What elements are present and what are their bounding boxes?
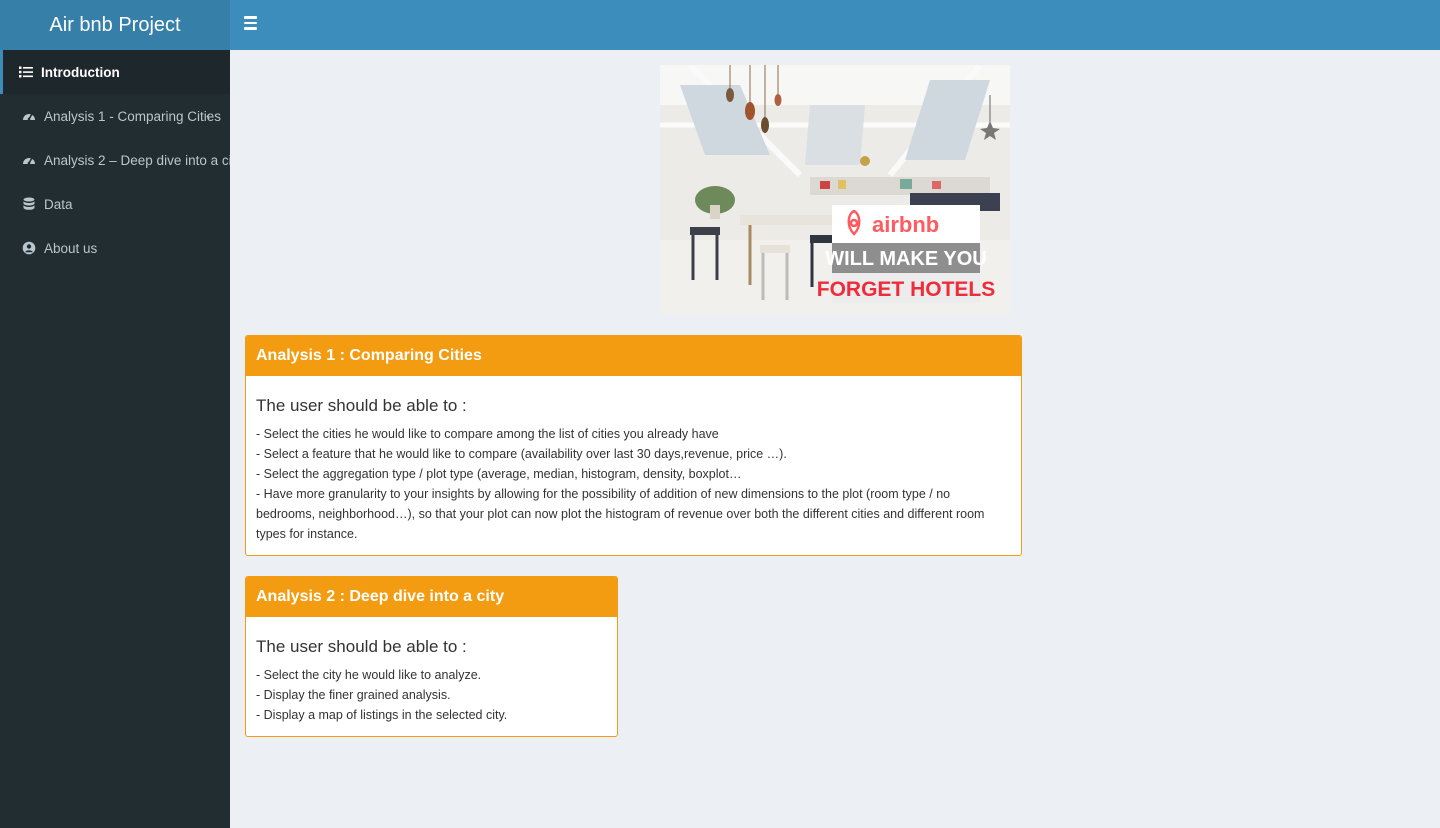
top-navbar xyxy=(230,0,1440,50)
analysis-2-line: - Display the finer grained analysis. xyxy=(256,688,451,702)
hero-line-2: FORGET HOTELS xyxy=(817,278,996,301)
analysis-2-line: - Select the city he would like to analy… xyxy=(256,668,482,682)
hero-line-1: WILL MAKE YOU xyxy=(825,248,986,270)
airbnb-logo-text: airbnb xyxy=(872,212,939,237)
sidebar-item-label: About us xyxy=(44,240,98,256)
database-icon xyxy=(21,196,37,212)
analysis-2-subtitle: The user should be able to : xyxy=(256,637,467,656)
dashboard-icon xyxy=(21,108,37,124)
analysis-1-line: - Have more granularity to your insights… xyxy=(256,487,985,541)
sidebar-item-analysis-2[interactable]: Analysis 2 – Deep dive into a city xyxy=(0,138,230,182)
analysis-1-line: - Select the aggregation type / plot typ… xyxy=(256,467,742,481)
sidebar-toggle-icon[interactable] xyxy=(244,16,258,32)
user-circle-icon xyxy=(21,240,37,256)
sidebar-item-analysis-1[interactable]: Analysis 1 - Comparing Cities ‹ xyxy=(0,94,230,138)
analysis-1-box: Analysis 1 : Comparing Cities The user s… xyxy=(245,335,1022,556)
analysis-2-title: Analysis 2 : Deep dive into a city xyxy=(246,577,617,617)
sidebar-item-about-us[interactable]: About us xyxy=(0,226,230,270)
analysis-1-title: Analysis 1 : Comparing Cities xyxy=(246,336,1021,376)
sidebar-item-label: Analysis 2 – Deep dive into a city xyxy=(44,152,230,168)
list-icon xyxy=(18,64,34,80)
airbnb-promo-image: airbnb WILL MAKE YOU FORGET HOTELS xyxy=(660,65,1010,315)
chevron-left-icon: ‹ xyxy=(206,108,211,123)
analysis-1-line: - Select a feature that he would like to… xyxy=(256,447,787,461)
dashboard-icon xyxy=(21,152,37,168)
main-content: airbnb WILL MAKE YOU FORGET HOTELS Analy… xyxy=(230,50,1440,828)
app-brand[interactable]: Air bnb Project xyxy=(0,0,230,50)
analysis-1-line: - Select the cities he would like to com… xyxy=(256,427,719,441)
sidebar-item-label: Data xyxy=(44,196,73,212)
sidebar-item-label: Analysis 1 - Comparing Cities xyxy=(44,108,222,124)
sidebar: Introduction Analysis 1 - Comparing Citi… xyxy=(0,50,230,828)
analysis-2-line: - Display a map of listings in the selec… xyxy=(256,708,508,722)
sidebar-item-introduction[interactable]: Introduction xyxy=(0,50,230,94)
analysis-2-box: Analysis 2 : Deep dive into a city The u… xyxy=(245,576,618,737)
sidebar-item-label: Introduction xyxy=(41,64,120,80)
analysis-1-subtitle: The user should be able to : xyxy=(256,396,467,415)
sidebar-item-data[interactable]: Data xyxy=(0,182,230,226)
